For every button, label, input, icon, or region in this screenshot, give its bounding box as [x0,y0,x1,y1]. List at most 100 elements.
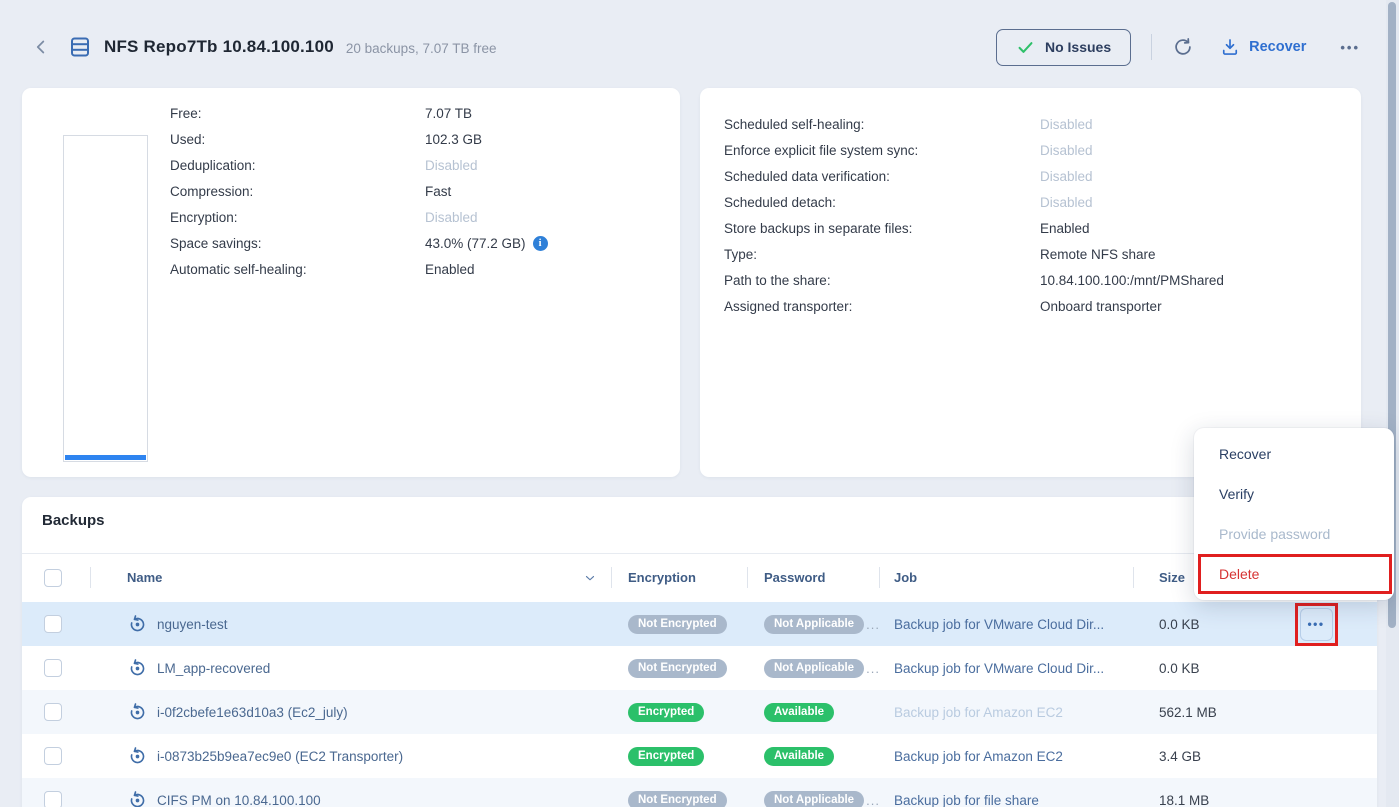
summary-label: Automatic self-healing: [170,262,425,277]
backup-name-link[interactable]: i-0873b25b9ea7ec9e0 (EC2 Transporter) [157,749,403,764]
table-row[interactable]: i-0f2cbefe1e63d10a3 (Ec2_july) Encrypted… [22,690,1377,734]
column-header-job[interactable]: Job [894,570,917,585]
recover-label: Recover [1249,39,1306,55]
backup-restore-icon [127,746,148,767]
settings-summary-list: Scheduled self-healing:DisabledEnforce e… [700,88,1343,319]
table-header-row: Name Encryption Password Job Size [22,553,1377,602]
summary-value: 7.07 TB [425,106,472,121]
summary-value: Disabled [425,210,478,225]
row-checkbox[interactable] [44,615,62,633]
summary-row: Scheduled data verification:Disabled [724,163,1343,189]
truncation-dots: ... [866,617,879,632]
recover-button[interactable]: Recover [1220,37,1306,57]
header-more-button[interactable]: ••• [1340,40,1360,55]
summary-value: Enabled [425,262,475,277]
summary-label: Enforce explicit file system sync: [724,143,1040,158]
summary-value: 10.84.100.100:/mnt/PMShared [1040,273,1224,288]
summary-row: Automatic self-healing:Enabled [170,256,662,282]
scrollbar-track[interactable] [1386,0,1399,807]
column-header-password[interactable]: Password [764,570,825,585]
storage-summary-card: Free:7.07 TBUsed:102.3 GBDeduplication:D… [22,88,680,477]
info-icon[interactable]: i [533,236,548,251]
summary-label: Encryption: [170,210,425,225]
row-checkbox[interactable] [44,703,62,721]
select-all-checkbox[interactable] [44,569,62,587]
row-checkbox[interactable] [44,747,62,765]
summary-row: Encryption:Disabled [170,204,662,230]
summary-label: Deduplication: [170,158,425,173]
column-divider [747,567,748,588]
download-icon [1220,37,1240,57]
job-link[interactable]: Backup job for Amazon EC2 [894,749,1063,764]
truncation-dots: ... [866,661,879,676]
column-divider [879,567,880,588]
summary-label: Scheduled self-healing: [724,117,1040,132]
summary-value: Onboard transporter [1040,299,1162,314]
summary-row: Space savings:43.0% (77.2 GB)i [170,230,662,256]
backup-restore-icon [127,614,148,635]
row-checkbox[interactable] [44,659,62,677]
summary-label: Scheduled data verification: [724,169,1040,184]
row-context-menu: RecoverVerifyProvide passwordDelete [1194,428,1394,600]
summary-value: Disabled [1040,117,1093,132]
job-link[interactable]: Backup job for VMware Cloud Dir... [894,617,1104,632]
chevron-left-icon [30,36,52,58]
column-header-encryption[interactable]: Encryption [628,570,696,585]
job-link[interactable]: Backup job for file share [894,793,1039,807]
menu-item-delete[interactable]: Delete [1194,554,1394,594]
backup-restore-icon [127,790,148,807]
summary-label: Store backups in separate files: [724,221,1040,236]
table-row[interactable]: CIFS PM on 10.84.100.100 Not Encrypted N… [22,778,1377,807]
password-badge: Not Applicable [764,659,864,678]
summary-row: Enforce explicit file system sync:Disabl… [724,137,1343,163]
summary-label: Type: [724,247,1040,262]
row-more-button[interactable]: ••• [1300,608,1333,641]
menu-item-recover[interactable]: Recover [1194,434,1394,474]
summary-row: Scheduled self-healing:Disabled [724,111,1343,137]
backup-name-link[interactable]: i-0f2cbefe1e63d10a3 (Ec2_july) [157,705,348,720]
summary-row: Compression:Fast [170,178,662,204]
summary-value: Disabled [1040,195,1093,210]
size-value: 0.0 KB [1159,617,1200,632]
menu-item-verify[interactable]: Verify [1194,474,1394,514]
summary-row: Store backups in separate files:Enabled [724,215,1343,241]
size-value: 562.1 MB [1159,705,1217,720]
column-header-size[interactable]: Size [1159,570,1185,585]
backup-name-link[interactable]: CIFS PM on 10.84.100.100 [157,793,321,807]
summary-row: Assigned transporter:Onboard transporter [724,293,1343,319]
refresh-button[interactable] [1172,36,1194,58]
table-row[interactable]: LM_app-recovered Not Encrypted Not Appli… [22,646,1377,690]
back-button[interactable] [30,36,52,58]
backup-restore-icon [127,658,148,679]
delete-annotation-box: ••• [1295,603,1338,646]
summary-value: 102.3 GB [425,132,482,147]
job-link[interactable]: Backup job for VMware Cloud Dir... [894,661,1104,676]
refresh-icon [1172,36,1194,58]
menu-item-provide-password: Provide password [1194,514,1394,554]
no-issues-button[interactable]: No Issues [996,29,1131,66]
repository-icon [68,35,92,59]
summary-row: Deduplication:Disabled [170,152,662,178]
backups-card: Backups Name Encryption Password Job Siz… [22,497,1377,807]
summary-row: Type:Remote NFS share [724,241,1343,267]
table-row[interactable]: nguyen-test Not Encrypted Not Applicable… [22,602,1377,646]
summary-value: Fast [425,184,451,199]
summary-value: 43.0% (77.2 GB) [425,236,526,251]
summary-row: Free:7.07 TB [170,100,662,126]
column-divider [1133,567,1134,588]
no-issues-label: No Issues [1045,39,1111,55]
column-header-name[interactable]: Name [127,570,162,585]
more-icon: ••• [1340,40,1360,55]
summary-label: Compression: [170,184,425,199]
table-row[interactable]: i-0873b25b9ea7ec9e0 (EC2 Transporter) En… [22,734,1377,778]
summary-row: Path to the share:10.84.100.100:/mnt/PMS… [724,267,1343,293]
size-value: 3.4 GB [1159,749,1201,764]
backup-name-link[interactable]: LM_app-recovered [157,661,270,676]
header-actions: No Issues Recover ••• [996,29,1374,66]
encryption-badge: Not Encrypted [628,791,727,807]
row-checkbox[interactable] [44,791,62,807]
column-divider [90,567,91,588]
backup-name-link[interactable]: nguyen-test [157,617,228,632]
job-link[interactable]: Backup job for Amazon EC2 [894,705,1063,720]
sort-chevron-down-icon[interactable] [583,571,597,585]
